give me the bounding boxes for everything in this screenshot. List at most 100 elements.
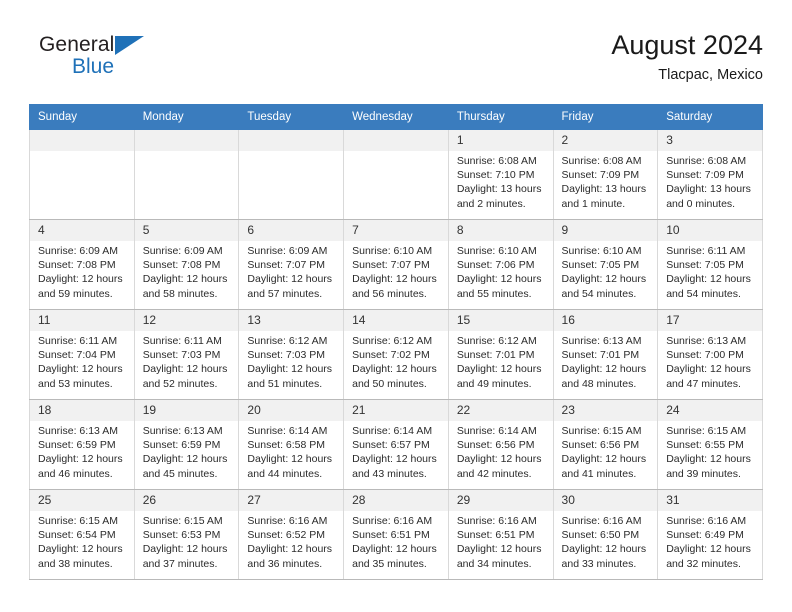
day-daylight-line: and 53 minutes. xyxy=(38,377,113,390)
day-daylight-line: and 54 minutes. xyxy=(561,287,637,300)
day-sunset-line: Sunset: 6:54 PM xyxy=(38,529,116,542)
day-details: Sunrise: 6:15 AM Sunset: 6:54 PM Daylight:… xyxy=(30,511,134,571)
day-sunset-line: Sunset: 6:49 PM xyxy=(666,529,744,542)
day-sunrise-line: Sunrise: 6:11 AM xyxy=(142,335,222,347)
calendar-day-cell[interactable]: 8 Sunrise: 6:10 AM Sunset: 7:06 PM Daylight… xyxy=(447,219,554,310)
day-sunrise-line: Sunrise: 6:16 AM xyxy=(456,515,537,527)
day-daylight-line: and 32 minutes. xyxy=(666,557,741,570)
day-sunset-line: Sunset: 6:56 PM xyxy=(561,439,640,452)
calendar-day-cell[interactable]: 23 Sunrise: 6:15 AM Sunset: 6:56 PM Dayligh… xyxy=(552,399,659,490)
day-sunset-line: Sunset: 7:04 PM xyxy=(38,349,116,362)
day-details: Sunrise: 6:09 AM Sunset: 7:08 PM Daylight:… xyxy=(30,241,134,301)
day-number: 26 xyxy=(134,490,239,511)
day-sunset-line: Sunset: 7:05 PM xyxy=(666,259,744,272)
day-details: Sunrise: 6:14 AM Sunset: 6:56 PM Daylight:… xyxy=(449,421,553,481)
calendar-day-cell[interactable]: 31 Sunrise: 6:16 AM Sunset: 6:49 PM Dayligh… xyxy=(657,489,763,580)
day-number: 16 xyxy=(553,310,658,331)
calendar-day-cell[interactable]: 7 Sunrise: 6:10 AM Sunset: 7:07 PM Daylight… xyxy=(343,219,449,310)
day-sunset-line: Sunset: 7:01 PM xyxy=(456,349,535,362)
day-daylight-line: and 41 minutes. xyxy=(561,467,637,480)
calendar-day-cell[interactable]: 16 Sunrise: 6:13 AM Sunset: 7:01 PM Dayligh… xyxy=(552,309,659,400)
day-daylight-line: and 35 minutes. xyxy=(352,557,427,570)
calendar-body: 1 Sunrise: 6:08 AM Sunset: 7:10 PM Daylight… xyxy=(29,129,763,580)
day-daylight-line: Daylight: 12 hours xyxy=(561,363,647,376)
calendar-day-cell[interactable]: 26 Sunrise: 6:15 AM Sunset: 6:53 PM Dayligh… xyxy=(133,489,240,580)
calendar-day-cell[interactable]: 21 Sunrise: 6:14 AM Sunset: 6:57 PM Dayligh… xyxy=(343,399,449,490)
day-daylight-line: and 57 minutes. xyxy=(247,287,323,300)
calendar-day-cell[interactable]: 6 Sunrise: 6:09 AM Sunset: 7:07 PM Daylight… xyxy=(238,219,345,310)
page-header: General Blue August 2024 Tlacpac, Mexico xyxy=(29,28,763,96)
calendar-day-cell[interactable]: 22 Sunrise: 6:14 AM Sunset: 6:56 PM Dayligh… xyxy=(447,399,554,490)
day-details: Sunrise: 6:08 AM Sunset: 7:09 PM Daylight:… xyxy=(554,151,658,211)
day-sunset-line: Sunset: 6:56 PM xyxy=(456,439,535,452)
calendar-day-cell[interactable]: 1 Sunrise: 6:08 AM Sunset: 7:10 PM Daylight… xyxy=(447,129,554,220)
day-sunrise-line: Sunrise: 6:09 AM xyxy=(38,245,118,257)
calendar-day-cell[interactable]: 15 Sunrise: 6:12 AM Sunset: 7:01 PM Dayligh… xyxy=(447,309,554,400)
day-daylight-line: Daylight: 12 hours xyxy=(142,273,228,286)
calendar-day-cell[interactable]: 27 Sunrise: 6:16 AM Sunset: 6:52 PM Dayligh… xyxy=(238,489,345,580)
calendar-day-cell[interactable]: 19 Sunrise: 6:13 AM Sunset: 6:59 PM Dayligh… xyxy=(133,399,240,490)
calendar-day-cell[interactable]: 2 Sunrise: 6:08 AM Sunset: 7:09 PM Daylight… xyxy=(552,129,659,220)
day-daylight-line: and 49 minutes. xyxy=(456,377,532,390)
day-sunset-line: Sunset: 7:09 PM xyxy=(666,169,744,182)
day-daylight-line: Daylight: 13 hours xyxy=(666,183,751,196)
calendar-day-cell[interactable]: 24 Sunrise: 6:15 AM Sunset: 6:55 PM Dayligh… xyxy=(657,399,763,490)
brand-logo[interactable]: General Blue xyxy=(39,34,239,77)
calendar-day-cell[interactable]: 18 Sunrise: 6:13 AM Sunset: 6:59 PM Dayligh… xyxy=(29,399,135,490)
day-daylight-line: Daylight: 12 hours xyxy=(352,543,437,556)
day-details: Sunrise: 6:08 AM Sunset: 7:10 PM Daylight:… xyxy=(449,151,553,211)
calendar-week-row: 4 Sunrise: 6:09 AM Sunset: 7:08 PM Daylight… xyxy=(29,219,763,310)
calendar-day-cell[interactable]: 13 Sunrise: 6:12 AM Sunset: 7:03 PM Dayligh… xyxy=(238,309,345,400)
calendar-day-cell[interactable]: 28 Sunrise: 6:16 AM Sunset: 6:51 PM Dayligh… xyxy=(343,489,449,580)
calendar-day-cell[interactable]: 12 Sunrise: 6:11 AM Sunset: 7:03 PM Dayligh… xyxy=(133,309,240,400)
calendar-day-cell[interactable]: 25 Sunrise: 6:15 AM Sunset: 6:54 PM Dayligh… xyxy=(29,489,135,580)
calendar-day-cell[interactable]: 4 Sunrise: 6:09 AM Sunset: 7:08 PM Daylight… xyxy=(29,219,135,310)
day-sunrise-line: Sunrise: 6:09 AM xyxy=(142,245,223,257)
day-details: Sunrise: 6:13 AM Sunset: 6:59 PM Daylight:… xyxy=(30,421,134,481)
day-sunset-line: Sunset: 6:58 PM xyxy=(247,439,326,452)
day-sunrise-line: Sunrise: 6:16 AM xyxy=(352,515,433,527)
day-sunrise-line: Sunrise: 6:12 AM xyxy=(247,335,328,347)
calendar-day-cell[interactable]: 30 Sunrise: 6:16 AM Sunset: 6:50 PM Dayligh… xyxy=(552,489,659,580)
weekday-header-thursday: Thursday xyxy=(447,104,554,130)
calendar-day-cell[interactable]: 14 Sunrise: 6:12 AM Sunset: 7:02 PM Dayligh… xyxy=(343,309,449,400)
day-daylight-line: Daylight: 12 hours xyxy=(352,273,437,286)
calendar-day-cell[interactable]: 20 Sunrise: 6:14 AM Sunset: 6:58 PM Dayligh… xyxy=(238,399,345,490)
day-number: 27 xyxy=(239,490,344,511)
title-block: August 2024 Tlacpac, Mexico xyxy=(611,28,763,86)
day-daylight-line: and 52 minutes. xyxy=(142,377,218,390)
day-number: 7 xyxy=(344,220,448,241)
day-sunrise-line: Sunrise: 6:08 AM xyxy=(666,155,747,167)
calendar-day-cell[interactable]: 10 Sunrise: 6:11 AM Sunset: 7:05 PM Dayligh… xyxy=(657,219,763,310)
day-details: Sunrise: 6:16 AM Sunset: 6:50 PM Daylight:… xyxy=(554,511,658,571)
day-daylight-line: Daylight: 12 hours xyxy=(247,363,333,376)
day-daylight-line: Daylight: 12 hours xyxy=(38,453,123,466)
calendar-day-cell[interactable]: 5 Sunrise: 6:09 AM Sunset: 7:08 PM Daylight… xyxy=(133,219,240,310)
day-sunset-line: Sunset: 7:08 PM xyxy=(142,259,221,272)
calendar-day-cell[interactable]: 11 Sunrise: 6:11 AM Sunset: 7:04 PM Dayligh… xyxy=(29,309,135,400)
calendar-cell-empty xyxy=(133,129,240,220)
day-daylight-line: and 33 minutes. xyxy=(561,557,637,570)
day-daylight-line: and 43 minutes. xyxy=(352,467,427,480)
weekday-header-saturday: Saturday xyxy=(657,104,763,130)
day-details: Sunrise: 6:12 AM Sunset: 7:02 PM Daylight:… xyxy=(344,331,448,391)
calendar-day-cell[interactable]: 29 Sunrise: 6:16 AM Sunset: 6:51 PM Dayligh… xyxy=(447,489,554,580)
day-daylight-line: Daylight: 12 hours xyxy=(352,363,437,376)
day-daylight-line: Daylight: 12 hours xyxy=(456,363,542,376)
calendar-day-cell[interactable]: 3 Sunrise: 6:08 AM Sunset: 7:09 PM Daylight… xyxy=(657,129,763,220)
day-details: Sunrise: 6:09 AM Sunset: 7:07 PM Daylight:… xyxy=(239,241,343,301)
day-number: 10 xyxy=(658,220,762,241)
day-daylight-line: Daylight: 12 hours xyxy=(142,453,228,466)
day-number: 14 xyxy=(344,310,448,331)
day-daylight-line: Daylight: 12 hours xyxy=(38,543,123,556)
calendar-day-cell[interactable]: 17 Sunrise: 6:13 AM Sunset: 7:00 PM Dayligh… xyxy=(657,309,763,400)
day-details: Sunrise: 6:16 AM Sunset: 6:49 PM Daylight:… xyxy=(658,511,762,571)
day-number xyxy=(344,130,448,151)
weekday-header-tuesday: Tuesday xyxy=(238,104,345,130)
calendar-day-cell[interactable]: 9 Sunrise: 6:10 AM Sunset: 7:05 PM Daylight… xyxy=(552,219,659,310)
weekday-header-friday: Friday xyxy=(552,104,659,130)
day-number: 25 xyxy=(30,490,134,511)
day-sunset-line: Sunset: 6:50 PM xyxy=(561,529,640,542)
day-daylight-line: and 55 minutes. xyxy=(456,287,532,300)
day-daylight-line: and 48 minutes. xyxy=(561,377,637,390)
